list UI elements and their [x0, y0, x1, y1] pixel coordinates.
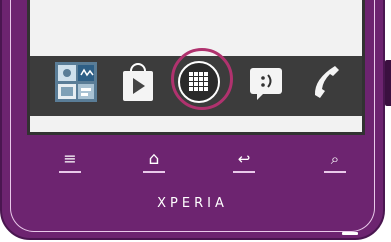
media-folder-icon[interactable] — [50, 56, 102, 108]
menu-icon: ≡ — [63, 149, 77, 168]
home-icon: ⌂ — [148, 149, 160, 169]
side-button[interactable] — [385, 60, 391, 106]
search-key[interactable]: ⌕ — [318, 150, 352, 184]
home-key[interactable]: ⌂ — [137, 150, 171, 184]
apps-highlight-ring — [171, 48, 233, 110]
menu-key[interactable]: ≡ — [53, 150, 87, 184]
search-icon: ⌕ — [330, 150, 340, 168]
speaker-slot — [342, 232, 358, 235]
dock — [30, 48, 362, 116]
back-icon: ↩ — [237, 150, 251, 168]
phone-icon[interactable] — [302, 56, 354, 108]
back-key[interactable]: ↩ — [227, 150, 261, 184]
hardware-keys: ≡ ⌂ ↩ ⌕ — [0, 150, 385, 190]
messaging-icon[interactable] — [240, 56, 292, 108]
play-store-icon[interactable] — [112, 56, 164, 108]
screen — [27, 0, 365, 135]
brand-logo: XPERIA — [157, 196, 228, 211]
